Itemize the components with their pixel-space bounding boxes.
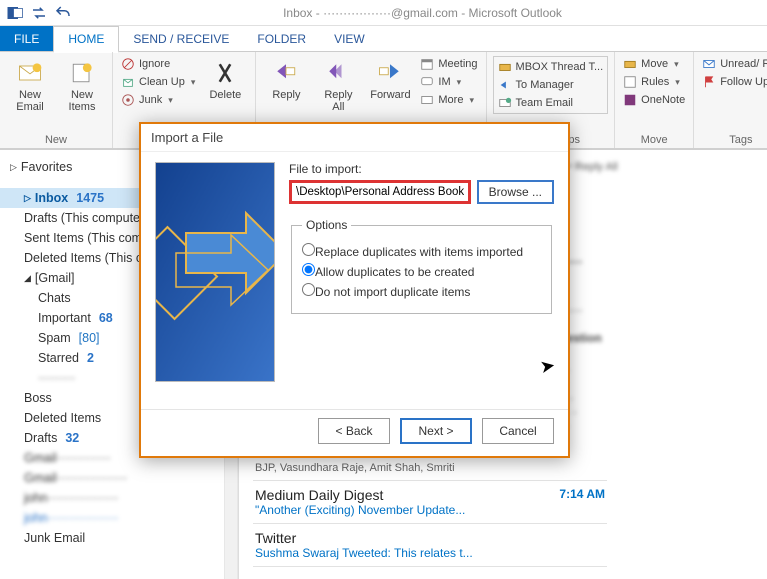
ignore-button[interactable]: Ignore [119, 56, 197, 72]
reply-all-button[interactable]: Reply All [314, 56, 362, 116]
ribbon-group-new-label: New [6, 132, 106, 146]
message-list: BJP, Vasundhara Raje, Amit Shah, Smriti … [238, 456, 621, 579]
more-respond-button[interactable]: More▾ [418, 92, 479, 108]
browse-button[interactable]: Browse ... [477, 180, 554, 204]
file-to-import-label: File to import: [289, 162, 554, 176]
options-legend: Options [302, 218, 351, 232]
new-items-button[interactable]: New Items [58, 56, 106, 116]
tab-folder[interactable]: FOLDER [243, 26, 320, 51]
import-file-dialog: Import a File File to import: Browse ...… [139, 122, 570, 458]
junk-button[interactable]: Junk▾ [119, 92, 197, 108]
forward-button[interactable]: Forward [366, 56, 414, 104]
rules-button[interactable]: Rules▾ [621, 74, 687, 90]
new-email-label: New Email [16, 89, 44, 113]
dialog-graphic [155, 162, 275, 382]
tab-file[interactable]: FILE [0, 26, 53, 51]
folder-blur3[interactable]: Gmail················· [0, 468, 237, 488]
meeting-button[interactable]: Meeting [418, 56, 479, 72]
ribbon-group-move: Move▾ Rules▾ OneNote Move [615, 52, 694, 148]
option-skip[interactable]: Do not import duplicate items [302, 283, 541, 299]
new-email-button[interactable]: New Email [6, 56, 54, 116]
message-row[interactable]: 7:14 AM Medium Daily Digest "Another (Ex… [253, 481, 607, 524]
quickstep-mbox[interactable]: MBOX Thread T... [496, 59, 606, 75]
cleanup-button[interactable]: Clean Up▾ [119, 74, 197, 90]
cancel-button[interactable]: Cancel [482, 418, 554, 444]
back-button[interactable]: < Back [318, 418, 390, 444]
ribbon-group-tags: Unread/ Re Follow Up▾ Tags [694, 52, 767, 148]
message-row[interactable]: BJP, Vasundhara Raje, Amit Shah, Smriti [253, 456, 607, 481]
option-replace[interactable]: Replace duplicates with items imported [302, 243, 541, 259]
qat-undo-icon[interactable] [54, 4, 72, 22]
file-path-input[interactable] [289, 180, 471, 204]
window-title: Inbox - ·················@gmail.com - Mi… [78, 6, 767, 20]
ribbon-tabs: FILE HOME SEND / RECEIVE FOLDER VIEW [0, 26, 767, 52]
quickstep-team[interactable]: Team Email [496, 95, 606, 111]
delete-button[interactable]: Delete [201, 56, 249, 104]
move-button[interactable]: Move▾ [621, 56, 687, 72]
tab-view[interactable]: VIEW [320, 26, 379, 51]
new-items-label: New Items [69, 89, 96, 113]
qat-sendreceive-icon[interactable] [30, 4, 48, 22]
title-bar: Inbox - ·················@gmail.com - Mi… [0, 0, 767, 26]
dialog-title: Import a File [141, 124, 568, 152]
option-allow[interactable]: Allow duplicates to be created [302, 263, 541, 279]
outlook-icon [6, 4, 24, 22]
folder-blur5[interactable]: john················· [0, 508, 237, 528]
ribbon-group-new: New Email New Items New [0, 52, 113, 148]
folder-blur4[interactable]: john················· [0, 488, 237, 508]
folder-junk[interactable]: Junk Email [0, 528, 237, 548]
options-fieldset: Options Replace duplicates with items im… [291, 218, 552, 314]
quickstep-manager[interactable]: To Manager [496, 77, 606, 93]
reply-button[interactable]: Reply [262, 56, 310, 104]
im-button[interactable]: IM▾ [418, 74, 479, 90]
message-row[interactable]: Twitter Sushma Swaraj Tweeted: This rela… [253, 524, 607, 567]
onenote-button[interactable]: OneNote [621, 92, 687, 108]
followup-button[interactable]: Follow Up▾ [700, 74, 767, 90]
unread-read-button[interactable]: Unread/ Re [700, 56, 767, 72]
tab-home[interactable]: HOME [53, 26, 119, 53]
next-button[interactable]: Next > [400, 418, 472, 444]
tab-send-receive[interactable]: SEND / RECEIVE [119, 26, 243, 51]
